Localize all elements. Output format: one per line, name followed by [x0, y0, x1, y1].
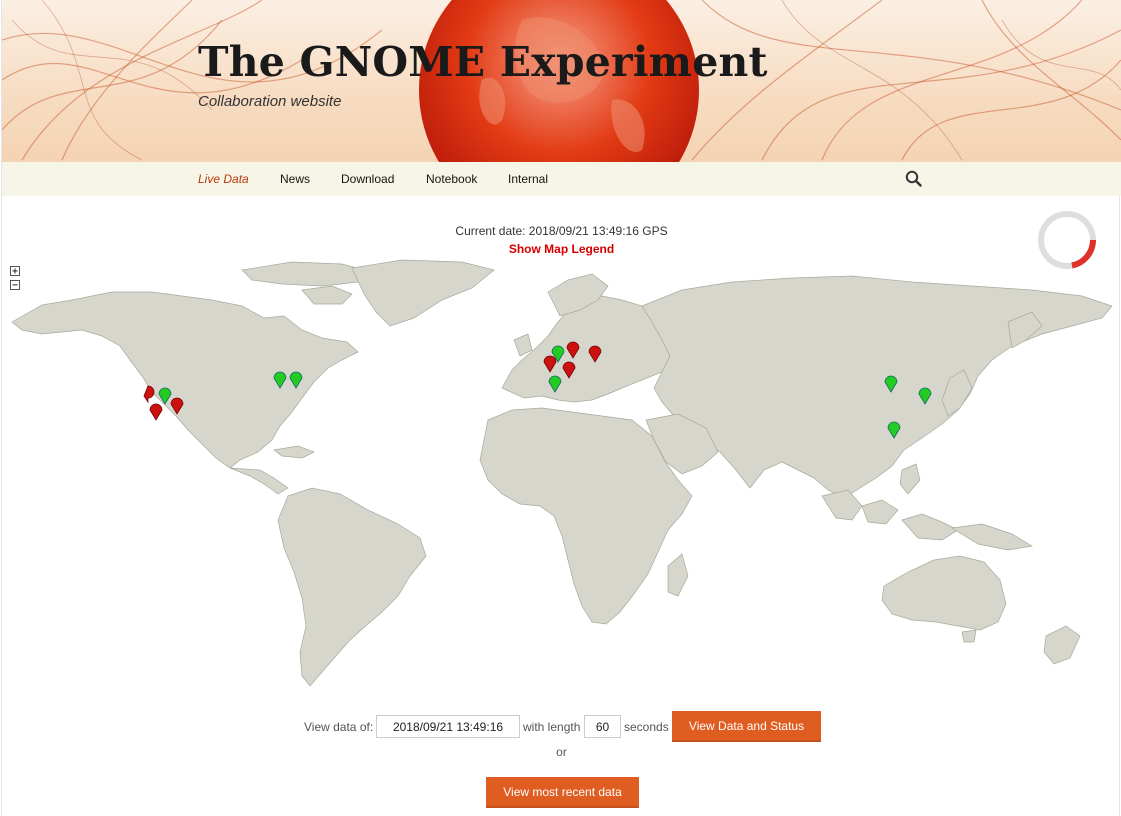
length-input[interactable] — [584, 715, 621, 738]
south-america-landmass — [277, 487, 427, 687]
station-marker-red[interactable] — [143, 385, 155, 404]
station-marker-red[interactable] — [149, 403, 163, 421]
australia-landmass — [881, 555, 1007, 631]
nav-item-download[interactable]: Download — [341, 172, 394, 186]
north-america-landmass — [11, 291, 359, 469]
current-date: Current date: 2018/09/21 13:49:16 GPS — [455, 224, 668, 238]
site-title[interactable]: The GNOME Experiment — [198, 38, 768, 86]
with-length-label: with length — [523, 720, 581, 734]
date-input[interactable] — [376, 715, 520, 738]
search-icon — [905, 170, 922, 187]
page: The GNOME Experiment Collaboration websi… — [1, 0, 1121, 816]
or-separator: or — [556, 745, 567, 759]
asia-landmass — [641, 275, 1113, 499]
view-data-and-status-button[interactable]: View Data and Status — [672, 711, 821, 742]
world-map[interactable] — [2, 258, 1121, 698]
search-button[interactable] — [904, 169, 924, 189]
view-most-recent-data-button[interactable]: View most recent data — [486, 777, 639, 808]
nav-item-news[interactable]: News — [280, 172, 310, 186]
nav-item-notebook[interactable]: Notebook — [426, 172, 477, 186]
site-tagline: Collaboration website — [198, 93, 342, 110]
view-data-of-label: View data of: — [304, 720, 374, 734]
nav-item-live-data[interactable]: Live Data — [198, 172, 249, 186]
greenland-landmass — [351, 259, 495, 327]
header-banner: The GNOME Experiment Collaboration websi… — [2, 0, 1121, 162]
main-navigation: Live Data News Download Notebook Interna… — [2, 162, 1121, 196]
data-query-form: View data of: with length seconds View D… — [2, 711, 1121, 743]
nav-item-internal[interactable]: Internal — [508, 172, 548, 186]
seconds-label: seconds — [624, 720, 669, 734]
show-map-legend-link[interactable]: Show Map Legend — [2, 242, 1121, 256]
